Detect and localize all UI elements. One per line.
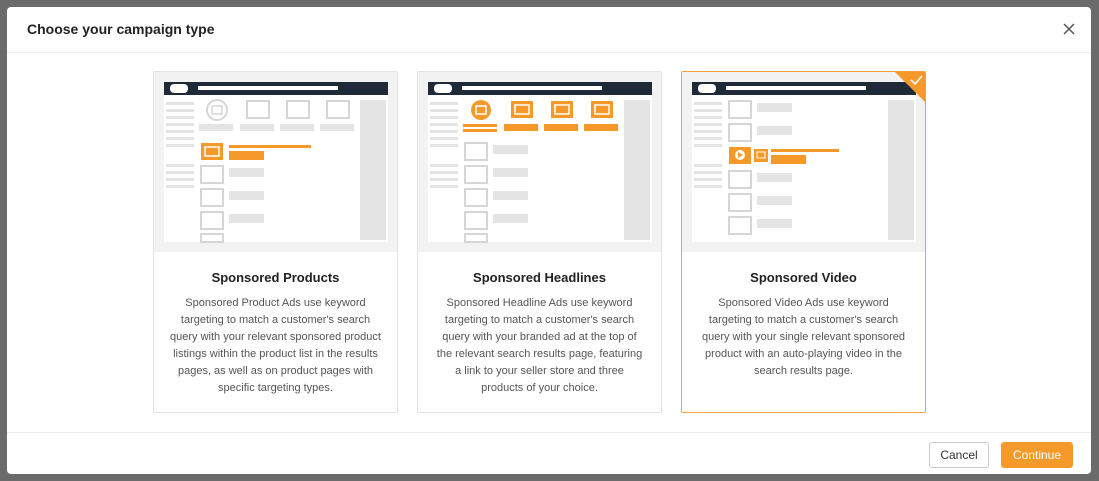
card-title: Sponsored Headlines [473, 270, 606, 285]
card-preview-headlines [418, 72, 661, 252]
card-sponsored-video[interactable]: Sponsored Video Sponsored Video Ads use … [681, 71, 926, 413]
close-icon[interactable] [1061, 21, 1077, 37]
cancel-button[interactable]: Cancel [929, 442, 989, 468]
card-sponsored-products[interactable]: Sponsored Products Sponsored Product Ads… [153, 71, 398, 413]
modal-header: Choose your campaign type [7, 7, 1091, 53]
continue-button[interactable]: Continue [1001, 442, 1073, 468]
modal-footer: Cancel Continue [7, 432, 1091, 474]
selected-check-icon [895, 72, 925, 102]
card-title: Sponsored Products [211, 270, 340, 285]
card-preview-products [154, 72, 397, 252]
modal-title: Choose your campaign type [27, 21, 215, 37]
card-title: Sponsored Video [750, 270, 857, 285]
campaign-type-modal: Choose your campaign type Sponsored Prod… [7, 7, 1091, 474]
card-description: Sponsored Headline Ads use keyword targe… [436, 297, 643, 394]
card-sponsored-headlines[interactable]: Sponsored Headlines Sponsored Headline A… [417, 71, 662, 413]
card-description: Sponsored Product Ads use keyword target… [170, 297, 381, 394]
card-description: Sponsored Video Ads use keyword targetin… [701, 297, 905, 377]
card-preview-video [682, 72, 925, 252]
